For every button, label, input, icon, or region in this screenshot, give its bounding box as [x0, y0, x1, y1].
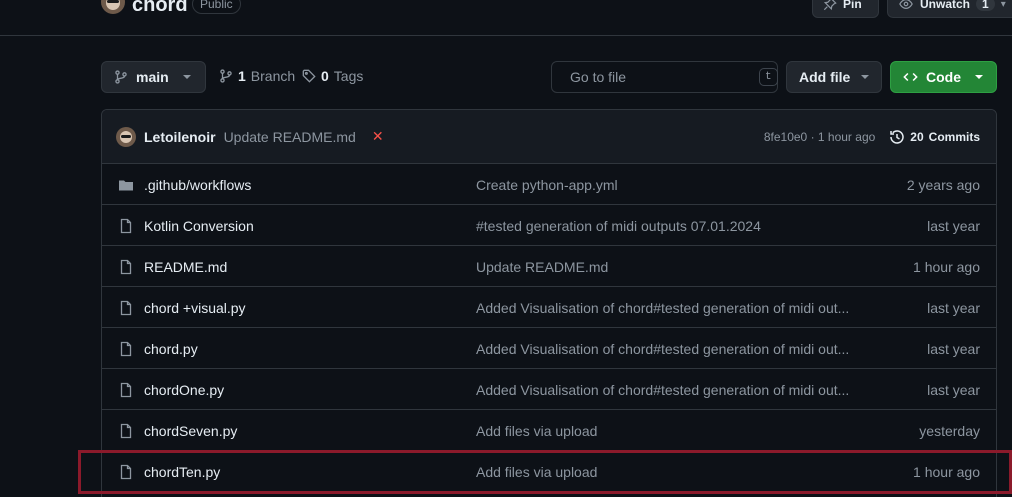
- file-commit-message[interactable]: #tested generation of midi outputs 07.01…: [476, 218, 856, 234]
- hash-separator: ·: [807, 130, 818, 144]
- file-icon: [118, 423, 134, 439]
- commits-count: 20: [910, 130, 924, 144]
- watch-count: 1: [976, 0, 995, 11]
- commit-hash-age[interactable]: 8fe10e0 · 1 hour ago: [764, 130, 875, 144]
- file-list: .github/workflows Create python-app.yml 2 …: [102, 164, 996, 492]
- file-name-link[interactable]: README.md: [144, 259, 227, 275]
- code-button[interactable]: Code: [890, 61, 997, 93]
- commits-history-link[interactable]: 20 Commits: [889, 129, 980, 145]
- git-branch-icon: [115, 70, 127, 84]
- commit-hash: 8fe10e0: [763, 130, 808, 144]
- branches-count: 1: [238, 68, 246, 84]
- tags-count: 0: [321, 68, 329, 84]
- branch-selector[interactable]: main: [101, 61, 206, 93]
- repo-name[interactable]: chord: [132, 0, 188, 17]
- repo-page: chord Public Pin Unwatch 1 ▾ main 1 Bran…: [0, 0, 1012, 497]
- table-row[interactable]: chord +visual.py Added Visualisation of c…: [102, 287, 996, 328]
- file-name-link[interactable]: chordTen.py: [144, 464, 220, 480]
- file-name-link[interactable]: chord +visual.py: [144, 300, 246, 316]
- x-icon[interactable]: ✕: [372, 128, 384, 145]
- avatar[interactable]: [116, 126, 136, 147]
- keyboard-shortcut-hint: t: [759, 68, 778, 86]
- chevron-down-icon: [182, 75, 191, 79]
- file-name-link[interactable]: chordOne.py: [144, 382, 224, 398]
- file-icon: [118, 259, 134, 275]
- file-commit-message[interactable]: Added Visualisation of chord#tested gene…: [476, 300, 856, 316]
- file-icon: [118, 464, 134, 480]
- file-icon: [118, 300, 134, 316]
- branches-link[interactable]: 1 Branch: [219, 68, 295, 84]
- file-commit-message[interactable]: Create python-app.yml: [476, 177, 856, 193]
- folder-icon: [118, 177, 134, 193]
- tags-label: Tags: [333, 68, 364, 84]
- chevron-down-icon: [975, 75, 983, 79]
- table-row[interactable]: chordOne.py Added Visualisation of chord#…: [102, 369, 996, 410]
- file-commit-message[interactable]: Update README.md: [476, 259, 856, 275]
- table-row[interactable]: chord.py Added Visualisation of chord#tes…: [102, 328, 996, 369]
- git-branch-icon: [220, 69, 232, 83]
- file-table: Letoilenoir Update README.md ✕ 8fe10e0 ·…: [101, 109, 997, 497]
- commit-meta: 8fe10e0 · 1 hour ago 20 Commits: [764, 110, 980, 164]
- file-commit-time: last year: [927, 300, 980, 316]
- history-icon: [890, 130, 905, 144]
- visibility-badge: Public: [192, 0, 241, 14]
- add-file-label: Add file: [799, 69, 851, 85]
- code-icon: [903, 72, 918, 82]
- file-commit-time: last year: [927, 218, 980, 234]
- branches-label: Branch: [250, 68, 296, 84]
- file-icon: [118, 341, 134, 357]
- file-commit-message[interactable]: Add files via upload: [476, 464, 856, 480]
- unwatch-label: Unwatch: [920, 0, 971, 11]
- table-row[interactable]: Kotlin Conversion #tested generation of m…: [102, 205, 996, 246]
- file-commit-message[interactable]: Added Visualisation of chord#tested gene…: [476, 341, 856, 357]
- go-to-file-search[interactable]: t: [551, 61, 778, 93]
- add-file-button[interactable]: Add file: [786, 61, 882, 93]
- repo-header: chord Public Pin Unwatch 1 ▾: [0, 0, 1012, 36]
- file-icon: [118, 218, 134, 234]
- commit-age: 1 hour ago: [817, 130, 876, 144]
- file-commit-message[interactable]: Add files via upload: [476, 423, 856, 439]
- unwatch-button[interactable]: Unwatch 1 ▾: [887, 0, 1012, 18]
- search-input[interactable]: [570, 69, 751, 85]
- file-icon: [118, 382, 134, 398]
- file-name-link[interactable]: Kotlin Conversion: [144, 218, 254, 234]
- pin-icon: [823, 0, 837, 11]
- pin-label: Pin: [843, 0, 862, 11]
- file-name-link[interactable]: .github/workflows: [144, 177, 251, 193]
- file-commit-time: yesterday: [919, 423, 980, 439]
- table-row[interactable]: chordTen.py Add files via upload 1 hour ag…: [102, 451, 996, 492]
- owner-avatar[interactable]: [101, 0, 125, 14]
- commit-message[interactable]: Update README.md: [224, 129, 356, 145]
- code-label: Code: [926, 69, 961, 85]
- table-row[interactable]: README.md Update README.md 1 hour ago: [102, 246, 996, 287]
- file-commit-time: 1 hour ago: [913, 259, 980, 275]
- branch-name: main: [136, 69, 169, 85]
- pin-button[interactable]: Pin: [812, 0, 879, 18]
- tags-link[interactable]: 0 Tags: [302, 68, 363, 84]
- file-commit-time: 2 years ago: [906, 177, 980, 193]
- file-commit-time: last year: [927, 341, 980, 357]
- commits-label: Commits: [928, 130, 980, 144]
- file-name-link[interactable]: chordSeven.py: [144, 423, 237, 439]
- latest-commit-bar: Letoilenoir Update README.md ✕ 8fe10e0 ·…: [102, 110, 996, 164]
- file-commit-message[interactable]: Added Visualisation of chord#tested gene…: [476, 382, 856, 398]
- file-name-link[interactable]: chord.py: [144, 341, 198, 357]
- commit-author[interactable]: Letoilenoir: [144, 129, 216, 145]
- file-commit-time: last year: [927, 382, 980, 398]
- chevron-down-icon: [861, 75, 869, 79]
- file-commit-time: 1 hour ago: [913, 464, 980, 480]
- eye-icon: [899, 0, 913, 9]
- table-row[interactable]: chordSeven.py Add files via upload yesterd…: [102, 410, 996, 451]
- tag-icon: [302, 69, 316, 83]
- chevron-down-icon: ▾: [1000, 0, 1006, 10]
- table-row[interactable]: .github/workflows Create python-app.yml 2 …: [102, 164, 996, 205]
